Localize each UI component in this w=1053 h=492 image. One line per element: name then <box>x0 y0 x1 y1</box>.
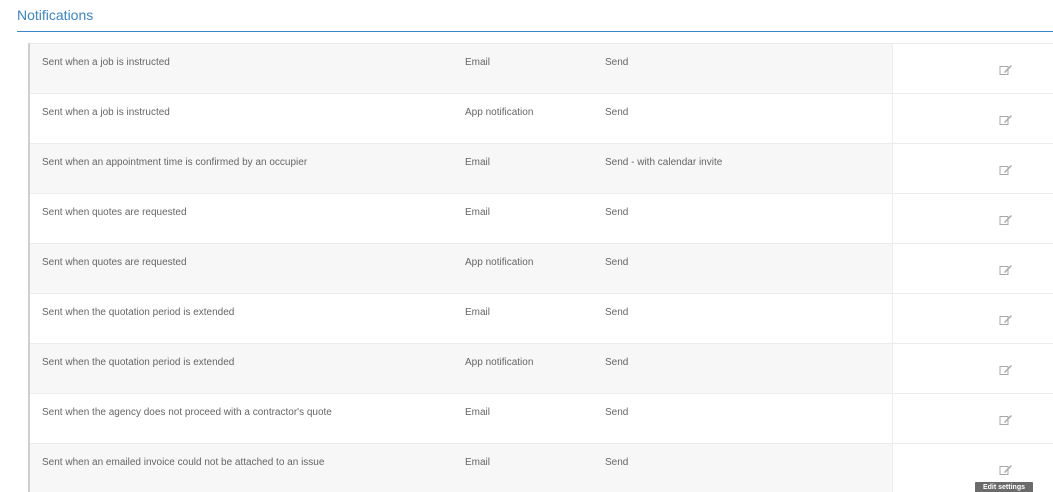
table-row: Sent when a job is instructed App notific… <box>30 93 1053 144</box>
notification-description: Sent when a job is instructed <box>42 57 170 68</box>
edit-icon[interactable] <box>999 464 1013 476</box>
notification-description: Sent when quotes are requested <box>42 257 187 268</box>
notification-description: Sent when an emailed invoice could not b… <box>42 457 325 468</box>
table-row: Sent when a job is instructed Email Send <box>30 43 1053 94</box>
notification-description: Sent when the agency does not proceed wi… <box>42 407 332 418</box>
notification-channel: Email <box>465 207 491 218</box>
edit-icon[interactable] <box>999 164 1013 176</box>
notification-description: Sent when quotes are requested <box>42 207 187 218</box>
notification-description: Sent when an appointment time is confirm… <box>42 157 308 168</box>
notification-action: Send <box>605 407 629 418</box>
notifications-table: Sent when a job is instructed Email Send Se… <box>28 43 1053 492</box>
table-row: Sent when an emailed invoice could not b… <box>30 443 1053 492</box>
table-row: Sent when the quotation period is extend… <box>30 343 1053 394</box>
notification-channel: Email <box>465 307 491 318</box>
notification-channel: Email <box>465 457 491 468</box>
notification-action: Send <box>605 457 629 468</box>
notification-action: Send <box>605 257 629 268</box>
notification-channel: Email <box>465 407 491 418</box>
notification-channel: Email <box>465 157 491 168</box>
notification-channel: App notification <box>465 107 534 118</box>
edit-icon[interactable] <box>999 64 1013 76</box>
edit-cell <box>892 194 1053 244</box>
table-row: Sent when quotes are requested Email Send <box>30 193 1053 244</box>
edit-cell <box>892 94 1053 144</box>
notification-action: Send <box>605 307 629 318</box>
edit-cell <box>892 294 1053 344</box>
edit-cell <box>892 144 1053 194</box>
notification-action: Send <box>605 57 629 68</box>
notification-action: Send <box>605 207 629 218</box>
edit-icon[interactable] <box>999 264 1013 276</box>
notification-action: Send <box>605 357 629 368</box>
edit-cell <box>892 44 1053 94</box>
edit-icon[interactable] <box>999 414 1013 426</box>
title-divider <box>17 31 1053 32</box>
notification-description: Sent when the quotation period is extend… <box>42 357 235 368</box>
table-row: Sent when the quotation period is extend… <box>30 293 1053 344</box>
edit-cell <box>892 344 1053 394</box>
notification-action: Send - with calendar invite <box>605 157 723 168</box>
edit-icon[interactable] <box>999 364 1013 376</box>
section-title: Notifications <box>17 7 94 23</box>
table-row: Sent when quotes are requested App notifi… <box>30 243 1053 294</box>
edit-icon[interactable] <box>999 314 1013 326</box>
edit-icon[interactable] <box>999 114 1013 126</box>
notification-channel: App notification <box>465 257 534 268</box>
edit-cell <box>892 244 1053 294</box>
notification-description: Sent when the quotation period is extend… <box>42 307 235 318</box>
notification-channel: App notification <box>465 357 534 368</box>
table-row: Sent when the agency does not proceed wi… <box>30 393 1053 444</box>
notification-channel: Email <box>465 57 491 68</box>
table-row: Sent when an appointment time is confirm… <box>30 143 1053 194</box>
notification-action: Send <box>605 107 629 118</box>
edit-settings-tooltip: Edit settings <box>975 482 1033 492</box>
edit-icon[interactable] <box>999 214 1013 226</box>
notification-description: Sent when a job is instructed <box>42 107 170 118</box>
edit-cell <box>892 394 1053 444</box>
